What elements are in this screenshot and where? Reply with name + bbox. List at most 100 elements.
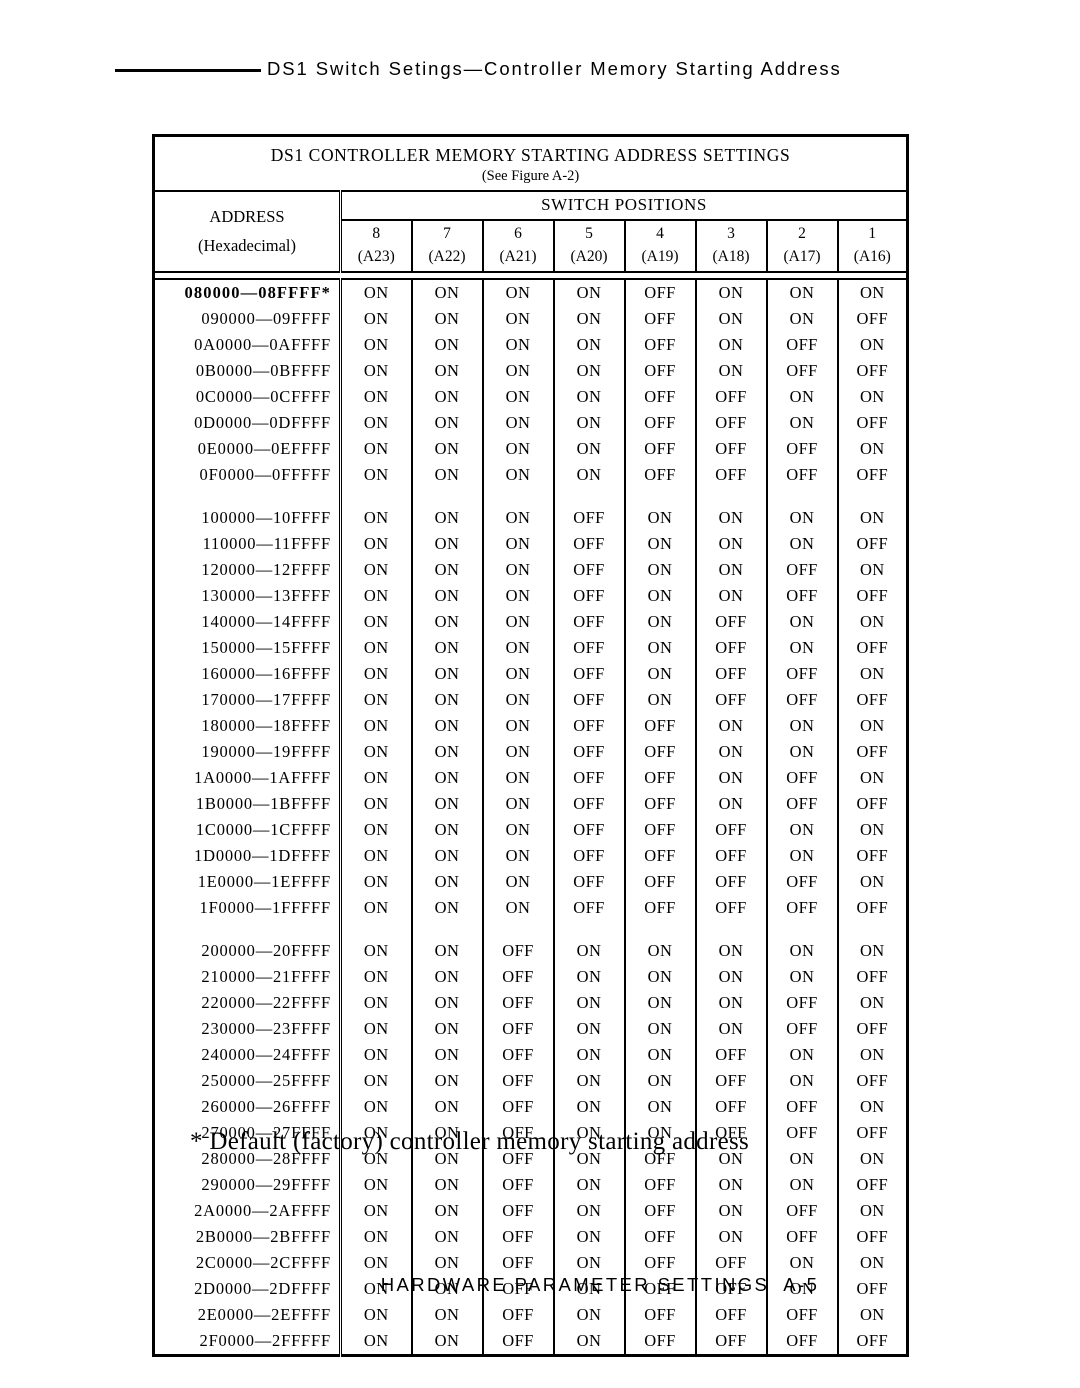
spacer-address-cell — [153, 488, 342, 506]
switch-state-4: OFF — [623, 1302, 696, 1329]
switch-state-3: ON — [694, 557, 767, 584]
switch-signal: (A20) — [570, 247, 608, 265]
switch-state-7: ON — [410, 843, 483, 870]
table-row: 0C0000—0CFFFF ON ON ON ON OFF OFF ON ON — [153, 384, 908, 411]
switch-state-6: OFF — [481, 1198, 554, 1225]
switch-state-4: OFF — [623, 1328, 696, 1356]
switch-state-4: ON — [623, 1068, 696, 1095]
table-row: 0D0000—0DFFFF ON ON ON ON OFF OFF ON OFF — [153, 410, 908, 437]
switch-state-7: ON — [410, 1094, 483, 1121]
switch-state-2: ON — [765, 843, 838, 870]
switch-state-7: ON — [410, 358, 483, 385]
switch-state-7: ON — [410, 1068, 483, 1095]
switch-state-2: OFF — [765, 358, 838, 385]
switch-state-5: OFF — [552, 687, 625, 714]
switch-state-7: ON — [410, 505, 483, 532]
switch-state-3: OFF — [694, 384, 767, 411]
switch-state-1: ON — [836, 332, 908, 359]
switch-state-6: ON — [481, 279, 554, 307]
switch-state-4: ON — [623, 661, 696, 688]
switch-state-1: OFF — [836, 1068, 908, 1095]
switch-state-1: ON — [836, 990, 908, 1017]
switch-state-1: ON — [836, 713, 908, 740]
switch-state-7: ON — [410, 869, 483, 896]
switch-state-4: OFF — [623, 817, 696, 844]
address-range: 1F0000—1FFFFF — [153, 895, 342, 922]
address-range: 2A0000—2AFFFF — [153, 1198, 342, 1225]
switch-state-8: ON — [363, 1227, 389, 1247]
table-row: 160000—16FFFF ON ON ON OFF ON OFF OFF ON — [153, 661, 908, 688]
switch-state-6: OFF — [481, 990, 554, 1017]
switch-state-7: ON — [410, 462, 483, 489]
switch-state-5: ON — [552, 1328, 625, 1356]
switch-state-8: ON — [363, 794, 389, 814]
switch-state-3: ON — [694, 791, 767, 818]
switch-state-8: ON — [363, 283, 389, 303]
switch-state-6: ON — [481, 583, 554, 610]
switch-state-6: ON — [481, 765, 554, 792]
switch-state-1: ON — [836, 1042, 908, 1069]
switch-state-3: OFF — [694, 817, 767, 844]
switch-state-3: ON — [694, 990, 767, 1017]
address-range: 140000—14FFFF — [153, 609, 342, 636]
switch-signal: (A18) — [712, 247, 750, 265]
switch-state-5: ON — [552, 1224, 625, 1251]
table-row: 0B0000—0BFFFF ON ON ON ON OFF ON OFF OFF — [153, 358, 908, 385]
switch-state-4: ON — [623, 557, 696, 584]
switch-state-1: ON — [836, 938, 908, 965]
switch-state-5: ON — [552, 938, 625, 965]
switch-state-1: OFF — [836, 1328, 908, 1356]
switch-state-2: ON — [765, 505, 838, 532]
switch-signal: (A23) — [357, 247, 395, 265]
switch-state-7: ON — [410, 791, 483, 818]
switch-state-5: ON — [552, 964, 625, 991]
switch-state-1: ON — [836, 765, 908, 792]
switch-state-8: ON — [363, 612, 389, 632]
switch-state-6: ON — [481, 635, 554, 662]
switch-state-6: OFF — [481, 938, 554, 965]
page-footer: HARDWARE PARAMETER SETTINGS A-5 — [0, 1274, 1080, 1296]
table-row: 180000—18FFFF ON ON ON OFF OFF ON ON ON — [153, 713, 908, 740]
switch-state-8: ON — [363, 993, 389, 1013]
table-row: 0E0000—0EFFFF ON ON ON ON OFF OFF OFF ON — [153, 436, 908, 463]
switch-state-2: OFF — [765, 687, 838, 714]
switch-state-8: ON — [363, 941, 389, 961]
switch-state-4: OFF — [623, 739, 696, 766]
switch-state-7: ON — [410, 661, 483, 688]
switch-state-2: OFF — [765, 895, 838, 922]
address-range: 2C0000—2CFFFF — [153, 1250, 342, 1277]
page-number: A-5 — [783, 1274, 820, 1295]
switch-state-1: ON — [836, 384, 908, 411]
switch-state-8: ON — [363, 898, 389, 918]
switch-state-1: OFF — [836, 687, 908, 714]
switch-state-5: OFF — [552, 609, 625, 636]
address-range: 1A0000—1AFFFF — [153, 765, 342, 792]
switch-state-3: ON — [694, 938, 767, 965]
switch-state-4: ON — [623, 583, 696, 610]
table-row: 1B0000—1BFFFF ON ON ON OFF OFF ON OFF OFF — [153, 791, 908, 818]
switch-state-4: OFF — [623, 843, 696, 870]
switch-state-7: ON — [410, 410, 483, 437]
switch-number: 2 — [798, 225, 806, 243]
switch-signal: (A16) — [853, 247, 891, 265]
switch-state-4: OFF — [623, 791, 696, 818]
switch-state-3: ON — [694, 583, 767, 610]
switch-state-3: OFF — [694, 1042, 767, 1069]
switch-state-6: ON — [481, 895, 554, 922]
table-title-cell: DS1 CONTROLLER MEMORY STARTING ADDRESS S… — [153, 135, 908, 193]
switch-state-5: ON — [552, 1068, 625, 1095]
switch-state-2: OFF — [765, 1224, 838, 1251]
switch-signal: (A21) — [499, 247, 537, 265]
address-range: 090000—09FFFF — [153, 306, 342, 333]
switch-state-5: OFF — [552, 791, 625, 818]
table-row: 260000—26FFFF ON ON OFF ON ON OFF OFF ON — [153, 1094, 908, 1121]
switch-column-header-4: 4 (A19) — [623, 220, 696, 273]
switch-state-4: OFF — [623, 358, 696, 385]
switch-state-4: OFF — [623, 895, 696, 922]
switch-state-6: ON — [481, 410, 554, 437]
switch-state-5: ON — [552, 332, 625, 359]
switch-state-1: OFF — [836, 895, 908, 922]
address-range: 150000—15FFFF — [153, 635, 342, 662]
address-header-label: ADDRESS — [209, 206, 285, 226]
switch-state-2: OFF — [765, 332, 838, 359]
